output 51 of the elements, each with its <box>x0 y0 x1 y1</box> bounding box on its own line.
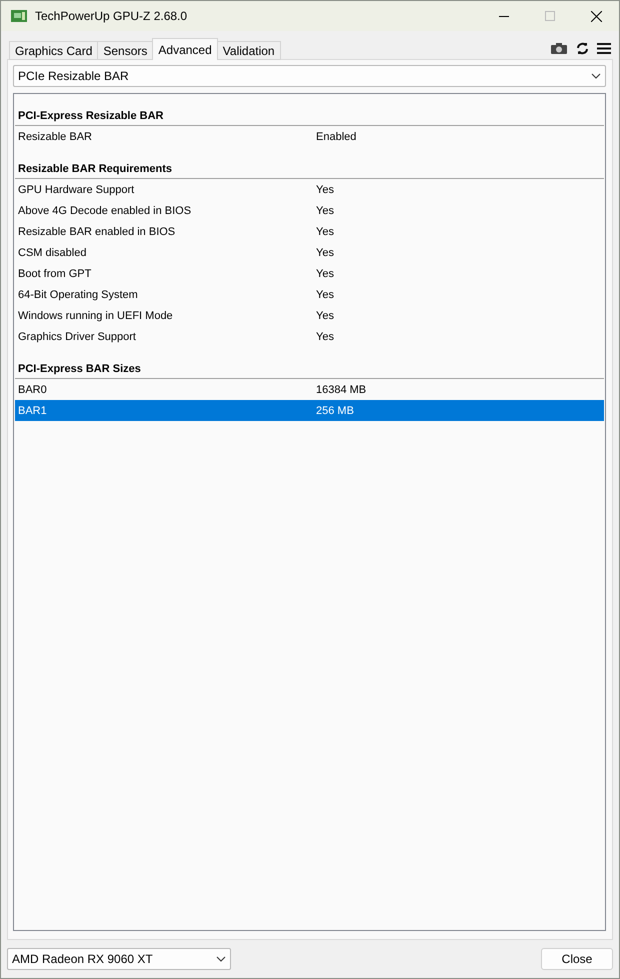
menu-icon[interactable] <box>597 43 611 54</box>
gpu-dropdown[interactable]: AMD Radeon RX 9060 XT <box>7 948 231 970</box>
tab[interactable]: Graphics Card <box>9 41 98 60</box>
list-row[interactable]: Windows running in UEFI Mode Yes <box>15 305 604 326</box>
row-value: Enabled <box>316 130 358 142</box>
row-value: 16384 MB <box>316 384 368 396</box>
row-label: Resizable BAR enabled in BIOS <box>18 226 176 238</box>
row-value: Yes <box>316 330 335 342</box>
row-label: CSM disabled <box>18 246 88 258</box>
close-button[interactable]: Close <box>541 948 613 970</box>
list-row[interactable]: BAR0 16384 MB <box>15 379 604 400</box>
section-title: Resizable BAR Requirements <box>15 162 604 179</box>
row-value: Yes <box>316 288 335 300</box>
list-row[interactable]: Resizable BAR Enabled <box>15 126 604 147</box>
caret-icon <box>591 73 601 79</box>
list-row[interactable]: Graphics Driver Support Yes <box>15 326 604 347</box>
row-value: Yes <box>316 246 335 258</box>
row-label: BAR0 <box>18 384 48 396</box>
window-title: TechPowerUp GPU-Z 2.68.0 <box>35 9 188 23</box>
row-label: Boot from GPT <box>18 268 92 280</box>
section-title: PCI-Express BAR Sizes <box>15 362 604 379</box>
row-label: Above 4G Decode enabled in BIOS <box>18 204 192 216</box>
app-icon <box>11 9 27 23</box>
list-row[interactable]: Boot from GPT Yes <box>15 263 604 284</box>
row-value: Yes <box>316 204 335 216</box>
tab[interactable]: Validation <box>216 41 281 60</box>
row-value: Yes <box>316 268 335 280</box>
row-value: Yes <box>316 310 335 322</box>
tab[interactable]: Sensors <box>97 41 154 60</box>
row-value: Yes <box>316 184 335 196</box>
list-row[interactable]: CSM disabled Yes <box>15 242 604 263</box>
refresh-icon[interactable] <box>576 42 589 55</box>
tab[interactable]: Advanced <box>152 38 218 60</box>
caret-icon <box>216 956 226 962</box>
row-value: 256 MB <box>316 404 355 416</box>
row-label: 64-Bit Operating System <box>18 288 139 300</box>
row-label: Graphics Driver Support <box>18 330 137 342</box>
list-row[interactable]: Resizable BAR enabled in BIOS Yes <box>15 221 604 242</box>
list-row[interactable]: GPU Hardware Support Yes <box>15 179 604 200</box>
row-label: BAR1 <box>18 404 48 416</box>
row-label: Resizable BAR <box>18 130 93 142</box>
close-icon[interactable] <box>590 10 602 22</box>
row-label: GPU Hardware Support <box>18 184 136 196</box>
row-label: Windows running in UEFI Mode <box>18 310 174 322</box>
list-row[interactable]: Above 4G Decode enabled in BIOS Yes <box>15 200 604 221</box>
camera-icon[interactable] <box>550 42 568 55</box>
view-dropdown[interactable]: PCIe Resizable BAR <box>13 65 606 87</box>
list-row[interactable]: BAR1 256 MB <box>15 400 604 421</box>
row-value: Yes <box>316 226 335 238</box>
list-row[interactable]: 64-Bit Operating System Yes <box>15 284 604 305</box>
section-title: PCI-Express Resizable BAR <box>15 109 604 126</box>
